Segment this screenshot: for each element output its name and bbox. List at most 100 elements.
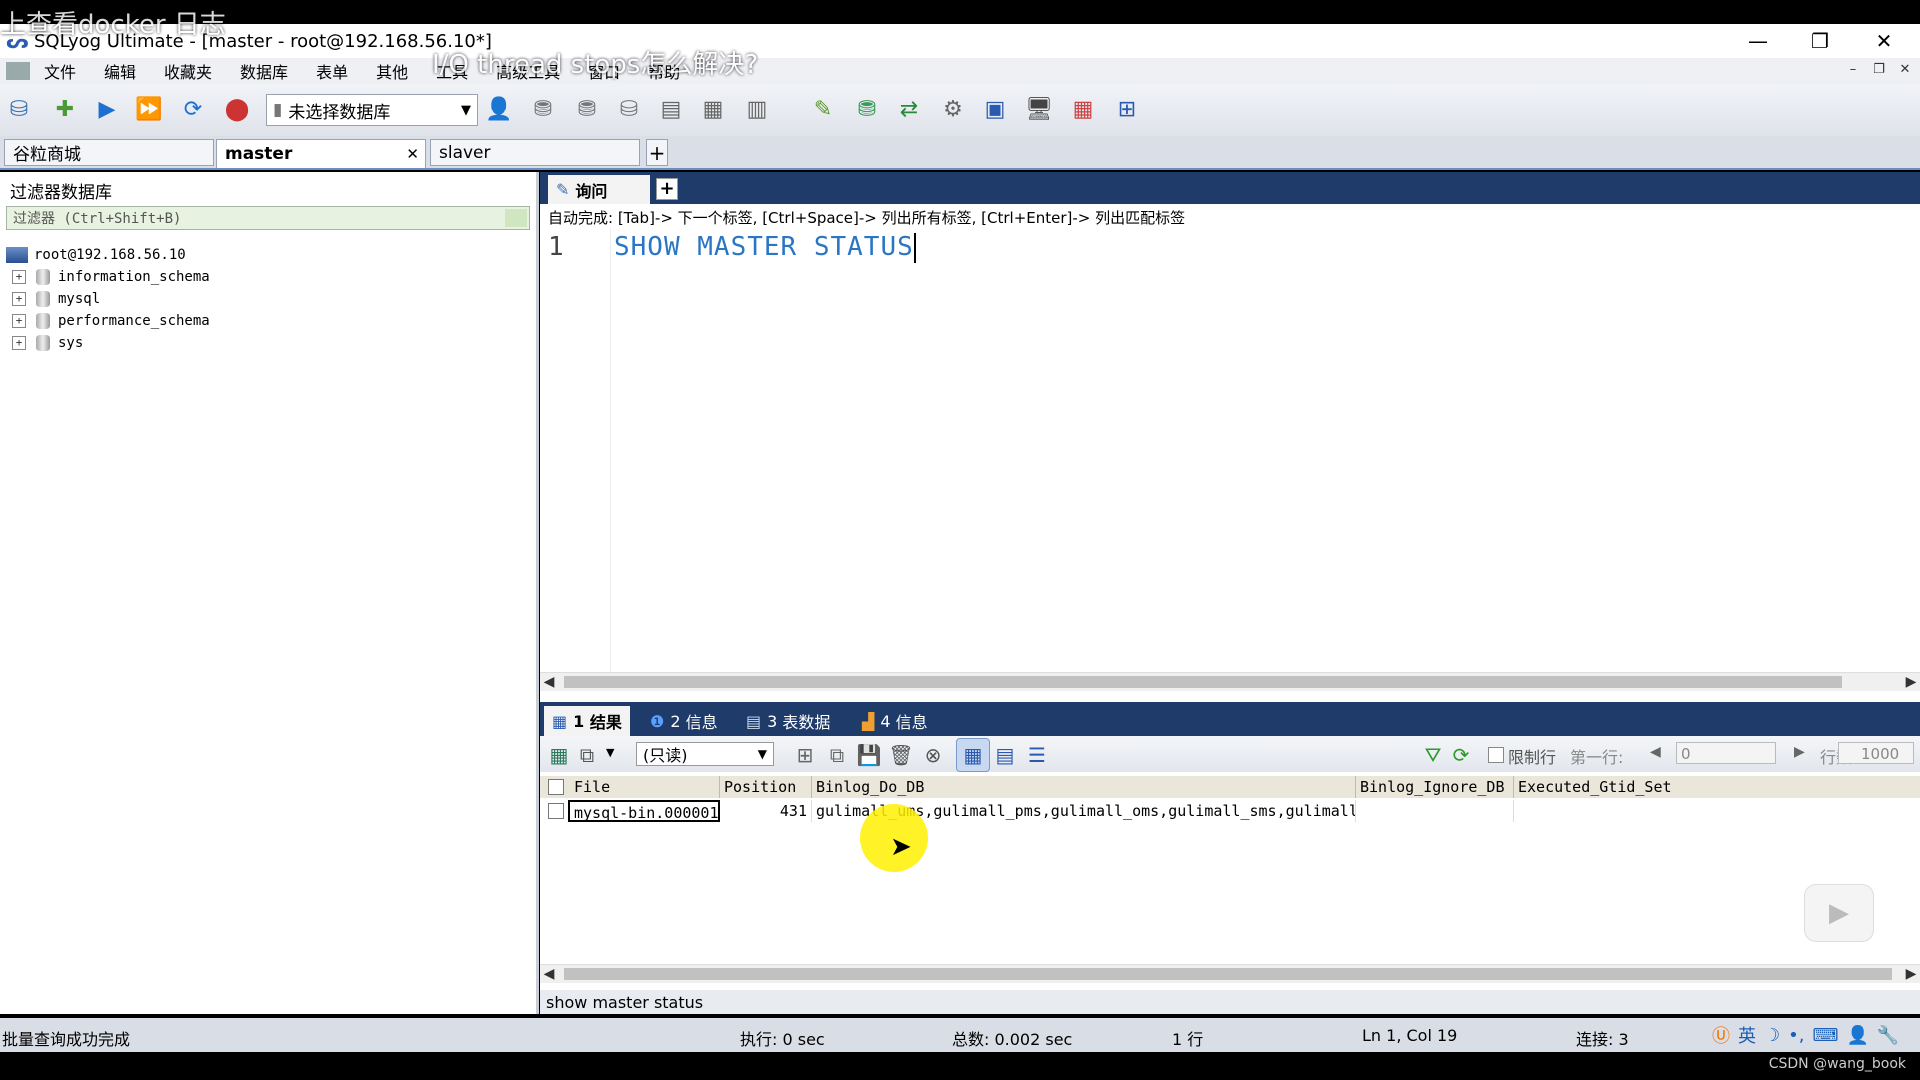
result-tab-1[interactable]: ▦ 1 结果 <box>544 706 630 736</box>
expand-icon[interactable]: + <box>12 292 26 306</box>
user-manager-icon[interactable]: 👤 <box>482 92 516 126</box>
editor-hscrollbar[interactable]: ◀ ▶ <box>540 672 1920 691</box>
new-connection-icon[interactable]: ⛁ <box>2 92 36 126</box>
first-row-input[interactable]: 0 <box>1676 742 1776 764</box>
punctuation-icon[interactable]: •, <box>1788 1025 1804 1046</box>
ime-logo-icon[interactable]: Ⓤ <box>1712 1022 1730 1048</box>
moon-icon[interactable]: ☽ <box>1764 1025 1780 1046</box>
result-mode-select[interactable]: (只读) ▼ <box>636 742 774 766</box>
result-tab-2[interactable]: ❶ 2 信息 <box>650 706 718 736</box>
menu-edit[interactable]: 编辑 <box>90 59 150 83</box>
result-hscrollbar[interactable]: ◀ ▶ <box>540 964 1920 983</box>
filter-input[interactable]: 过滤器 (Ctrl+Shift+B) <box>6 206 530 230</box>
row-checkbox[interactable] <box>548 803 564 819</box>
menu-file[interactable]: 文件 <box>30 59 90 83</box>
filter-button[interactable] <box>505 209 527 227</box>
duplicate-row-icon[interactable]: ⧉ <box>820 738 854 772</box>
table-icon[interactable]: ▦ <box>696 92 730 126</box>
expand-icon[interactable]: + <box>12 314 26 328</box>
sql-editor[interactable]: SHOW MASTER STATUS <box>614 232 916 263</box>
scroll-right-icon[interactable]: ▶ <box>1902 673 1920 691</box>
result-tab-3[interactable]: ▤ 3 表数据 <box>746 706 830 736</box>
mdi-minimize-button[interactable]: – <box>1844 62 1862 80</box>
cell-binlog-ignore-db[interactable] <box>1356 800 1514 822</box>
col-header-file[interactable]: File <box>570 776 720 798</box>
refresh-results-icon[interactable]: ⟳ <box>1444 738 1478 772</box>
user-icon[interactable]: 👤 <box>1846 1025 1868 1046</box>
save-icon[interactable]: 💾 <box>852 738 886 772</box>
backup-icon[interactable]: ⛁ <box>612 92 646 126</box>
keyboard-icon[interactable]: ⌨ <box>1812 1025 1838 1046</box>
limit-checkbox[interactable] <box>1488 747 1504 763</box>
col-header-position[interactable]: Position <box>720 776 812 798</box>
expand-icon[interactable]: + <box>12 336 26 350</box>
close-button[interactable]: ✕ <box>1852 24 1916 58</box>
delete-icon[interactable]: 🗑 <box>884 738 918 772</box>
migration-icon[interactable]: ⚙ <box>936 92 970 126</box>
conn-tab-master[interactable]: master ✕ <box>216 139 426 168</box>
close-tab-icon[interactable]: ✕ <box>406 145 419 163</box>
cancel-icon[interactable]: ⊗ <box>916 738 950 772</box>
menu-favorites[interactable]: 收藏夹 <box>150 59 226 83</box>
scroll-thumb[interactable] <box>564 676 1842 688</box>
scroll-right-icon[interactable]: ▶ <box>1902 965 1920 983</box>
add-connection-tab-button[interactable]: + <box>646 139 668 166</box>
conn-tab-guli[interactable]: 谷粒商城 <box>4 139 214 166</box>
tree-item-performance-schema[interactable]: + performance_schema <box>6 310 210 332</box>
scroll-left-icon[interactable]: ◀ <box>540 965 558 983</box>
rows-input[interactable]: 1000 <box>1838 742 1914 764</box>
prev-page-icon[interactable]: ◀ <box>1650 744 1661 760</box>
scroll-left-icon[interactable]: ◀ <box>540 673 558 691</box>
alter-db-icon[interactable]: ⛃ <box>570 92 604 126</box>
schema-icon[interactable]: ▥ <box>740 92 774 126</box>
execute-query-icon[interactable]: ▶ <box>90 92 124 126</box>
col-header-binlog-do-db[interactable]: Binlog_Do_DB <box>812 776 1356 798</box>
data-sync-icon[interactable]: ⛃ <box>850 92 884 126</box>
tree-item-sys[interactable]: + sys <box>6 332 210 354</box>
cell-executed-gtid-set[interactable] <box>1514 800 1684 822</box>
new-query-icon[interactable]: ✚ <box>48 92 82 126</box>
mdi-restore-button[interactable]: ❐ <box>1870 62 1888 80</box>
menu-other[interactable]: 其他 <box>362 59 422 83</box>
sync-icon[interactable]: ✎ <box>806 92 840 126</box>
menu-table[interactable]: 表单 <box>302 59 362 83</box>
create-db-icon[interactable]: ⛃ <box>526 92 560 126</box>
insert-row-icon[interactable]: ⊞ <box>788 738 822 772</box>
mdi-close-button[interactable]: ✕ <box>1896 62 1914 80</box>
tree-item-information-schema[interactable]: + information_schema <box>6 266 210 288</box>
wrench-icon[interactable]: 🔧 <box>1877 1025 1899 1046</box>
refresh-icon[interactable]: ⟳ <box>176 92 210 126</box>
restore-button[interactable]: ❐ <box>1788 24 1852 58</box>
monitor-icon[interactable]: 🖥 <box>1022 92 1056 126</box>
database-select[interactable]: ▮ 未选择数据库 ▼ <box>266 94 478 126</box>
form-view-icon[interactable]: ▤ <box>988 738 1022 772</box>
scroll-thumb[interactable] <box>564 968 1892 980</box>
cell-position[interactable]: 431 <box>720 800 812 822</box>
text-view-icon[interactable]: ☰ <box>1020 738 1054 772</box>
expand-icon[interactable]: + <box>12 270 26 284</box>
query-tab[interactable]: ✎ 询问 <box>548 175 650 204</box>
col-header-executed-gtid-set[interactable]: Executed_Gtid_Set <box>1514 776 1684 798</box>
add-query-tab-button[interactable]: + <box>656 178 678 200</box>
stop-icon[interactable]: ⬤ <box>220 92 254 126</box>
conn-tab-slaver[interactable]: slaver <box>430 139 640 166</box>
tree-root[interactable]: root@192.168.56.10 <box>6 244 210 266</box>
compare-icon[interactable]: ⇄ <box>892 92 926 126</box>
col-header-binlog-ignore-db[interactable]: Binlog_Ignore_DB <box>1356 776 1514 798</box>
import-icon[interactable]: ▤ <box>654 92 688 126</box>
ime-language[interactable]: 英 <box>1738 1022 1756 1048</box>
table-row[interactable]: mysql-bin.000001 431 gulimall_ums,gulima… <box>540 800 1920 822</box>
query-builder-icon[interactable]: ▦ <box>1066 92 1100 126</box>
menu-database[interactable]: 数据库 <box>226 59 302 83</box>
next-page-icon[interactable]: ▶ <box>1794 744 1805 760</box>
play-icon[interactable]: ▶ <box>1804 884 1874 942</box>
execute-all-icon[interactable]: ⏩ <box>132 92 166 126</box>
grid-view-icon[interactable]: ▦ <box>956 738 990 772</box>
designer-icon[interactable]: ⊞ <box>1110 92 1144 126</box>
tree-item-mysql[interactable]: + mysql <box>6 288 210 310</box>
chevron-down-icon[interactable]: ▼ <box>606 746 614 759</box>
result-tab-4[interactable]: ▟ 4 信息 <box>862 706 928 736</box>
scheduler-icon[interactable]: ▣ <box>978 92 1012 126</box>
cell-file[interactable]: mysql-bin.000001 <box>568 800 720 822</box>
select-all-checkbox[interactable] <box>548 779 564 795</box>
